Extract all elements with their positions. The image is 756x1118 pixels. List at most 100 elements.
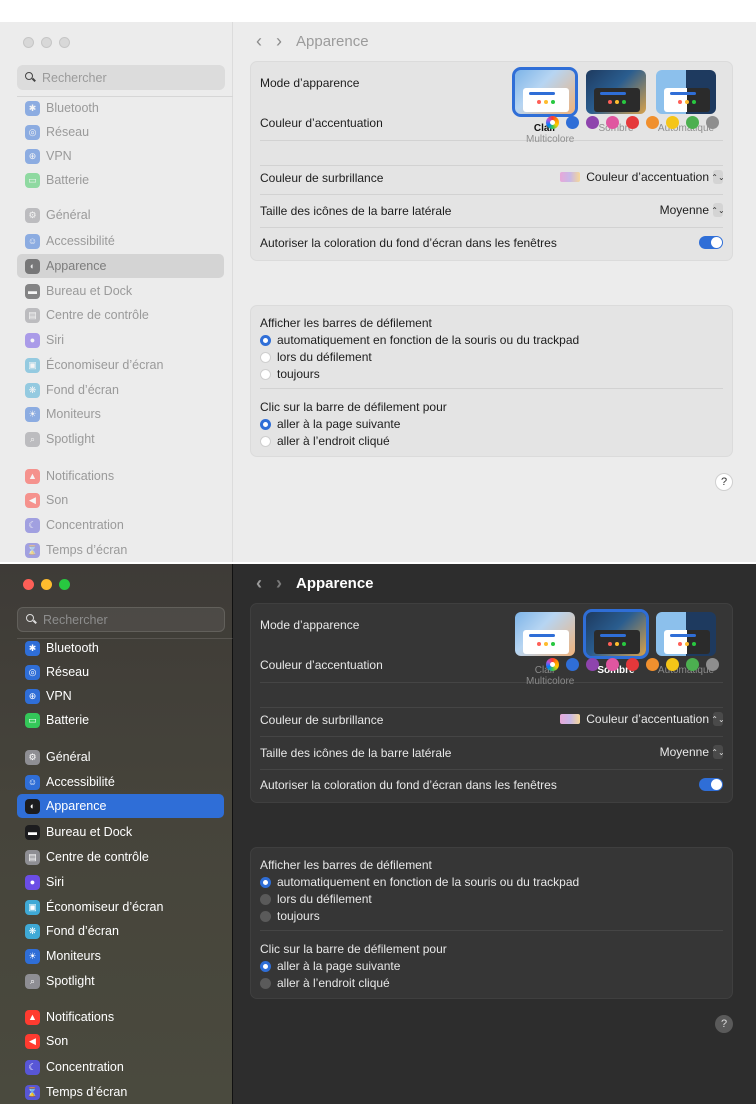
sidebar-item-siri[interactable]: ● Siri [17, 328, 224, 352]
sidebar-item-notifications[interactable]: ▲ Notifications [17, 464, 224, 488]
radio-button[interactable] [260, 351, 271, 363]
forward-button[interactable]: › [276, 574, 282, 592]
sidebar-item-vpn[interactable]: ⊕ VPN [17, 684, 224, 708]
accent-color-swatch[interactable] [566, 116, 579, 129]
radio-button[interactable] [260, 334, 271, 346]
accent-color-swatch[interactable] [586, 116, 599, 129]
scrollbar-option[interactable]: toujours [260, 909, 320, 923]
accent-color-swatch[interactable] [626, 116, 639, 129]
sidebar-icon-size-popup[interactable]: Moyenne ⌃⌄ [660, 745, 725, 759]
scrollbar-option[interactable]: automatiquement en fonction de la souris… [260, 875, 579, 889]
sidebar-item-accessibilité[interactable]: ☺ Accessibilité [17, 770, 224, 794]
accent-color-swatch[interactable] [666, 658, 679, 671]
radio-button[interactable] [260, 418, 271, 430]
radio-button[interactable] [260, 960, 271, 972]
sidebar-item-vpn[interactable]: ⊕ VPN [17, 144, 224, 168]
sidebar-icon-size-popup[interactable]: Moyenne ⌃⌄ [660, 203, 725, 217]
scrollbar-click-option[interactable]: aller à la page suivante [260, 959, 400, 973]
radio-button[interactable] [260, 977, 271, 989]
wallpaper-tinting-toggle[interactable] [699, 236, 723, 249]
accent-color-swatch[interactable] [626, 658, 639, 671]
sidebar-item-réseau[interactable]: ◎ Réseau [17, 120, 224, 144]
radio-button[interactable] [260, 910, 271, 922]
sidebar-item-apparence[interactable]: ◐ Apparence [17, 254, 224, 278]
sidebar-item-son[interactable]: ◀ Son [17, 488, 224, 512]
back-button[interactable]: ‹ [256, 32, 262, 50]
help-button[interactable]: ? [715, 473, 733, 491]
accent-color-swatch[interactable] [706, 116, 719, 129]
wallpaper-tinting-toggle[interactable] [699, 778, 723, 791]
accent-color-swatch[interactable] [646, 116, 659, 129]
accent-color-swatch[interactable] [686, 116, 699, 129]
sidebar-item-économiseur-d-écran[interactable]: ▣ Économiseur d’écran [17, 353, 224, 377]
traffic-light-minimize[interactable] [41, 579, 52, 590]
scrollbar-click-option[interactable]: aller à l’endroit cliqué [260, 434, 390, 448]
sidebar-item-général[interactable]: ⚙ Général [17, 745, 224, 769]
highlight-color-popup[interactable]: Couleur d’accentuation ⌃⌄ [560, 712, 725, 726]
sidebar-item-moniteurs[interactable]: ☀ Moniteurs [17, 402, 224, 426]
appearance-option-sombre[interactable] [583, 609, 649, 659]
radio-button[interactable] [260, 876, 271, 888]
traffic-light-zoom[interactable] [59, 579, 70, 590]
sidebar-item-spotlight[interactable]: ⌕ Spotlight [17, 427, 224, 451]
sidebar-item-apparence[interactable]: ◐ Apparence [17, 794, 224, 818]
back-button[interactable]: ‹ [256, 574, 262, 592]
sidebar-item-centre-de-contrôle[interactable]: ▤ Centre de contrôle [17, 845, 224, 869]
sidebar-item-fond-d-écran[interactable]: ❋ Fond d’écran [17, 919, 224, 943]
sidebar-item-siri[interactable]: ● Siri [17, 870, 224, 894]
highlight-color-popup[interactable]: Couleur d’accentuation ⌃⌄ [560, 170, 725, 184]
traffic-light-close[interactable] [23, 579, 34, 590]
traffic-light-close[interactable] [23, 37, 34, 48]
search-input[interactable]: Rechercher [17, 607, 225, 632]
sidebar-item-notifications[interactable]: ▲ Notifications [17, 1005, 224, 1029]
scrollbar-option[interactable]: toujours [260, 367, 320, 381]
sidebar-item-temps-d-écran[interactable]: ⌛ Temps d’écran [17, 1080, 224, 1104]
accent-color-multicolor[interactable] [546, 658, 559, 671]
accent-color-swatch[interactable] [566, 658, 579, 671]
sidebar-item-moniteurs[interactable]: ☀ Moniteurs [17, 944, 224, 968]
sidebar-item-accessibilité[interactable]: ☺ Accessibilité [17, 229, 224, 253]
sidebar-item-bureau-et-dock[interactable]: ▬ Bureau et Dock [17, 820, 224, 844]
traffic-light-zoom[interactable] [59, 37, 70, 48]
sidebar-item-temps-d-écran[interactable]: ⌛ Temps d’écran [17, 538, 224, 562]
appearance-option-automatique[interactable] [656, 612, 716, 656]
accent-color-swatch[interactable] [606, 658, 619, 671]
scrollbar-option[interactable]: lors du défilement [260, 892, 372, 906]
sidebar-item-économiseur-d-écran[interactable]: ▣ Économiseur d’écran [17, 895, 224, 919]
sidebar-item-concentration[interactable]: ☾ Concentration [17, 1055, 224, 1079]
sidebar-item-bluetooth[interactable]: ✱ Bluetooth [17, 636, 224, 660]
search-input[interactable]: Rechercher [17, 65, 225, 90]
sidebar-item-spotlight[interactable]: ⌕ Spotlight [17, 969, 224, 993]
scrollbar-click-option[interactable]: aller à l’endroit cliqué [260, 976, 390, 990]
sidebar-item-réseau[interactable]: ◎ Réseau [17, 660, 224, 684]
sidebar-item-son[interactable]: ◀ Son [17, 1029, 224, 1053]
sidebar-item-général[interactable]: ⚙ Général [17, 203, 224, 227]
sidebar-item-centre-de-contrôle[interactable]: ▤ Centre de contrôle [17, 303, 224, 327]
radio-button[interactable] [260, 368, 271, 380]
scrollbar-option[interactable]: lors du défilement [260, 350, 372, 364]
accent-color-swatch[interactable] [586, 658, 599, 671]
traffic-light-minimize[interactable] [41, 37, 52, 48]
scrollbar-option[interactable]: automatiquement en fonction de la souris… [260, 333, 579, 347]
accent-color-swatch[interactable] [666, 116, 679, 129]
sidebar-item-bureau-et-dock[interactable]: ▬ Bureau et Dock [17, 279, 224, 303]
accent-color-swatch[interactable] [686, 658, 699, 671]
appearance-option-clair[interactable] [512, 67, 578, 117]
radio-button[interactable] [260, 893, 271, 905]
sidebar-item-fond-d-écran[interactable]: ❋ Fond d’écran [17, 378, 224, 402]
appearance-option-sombre[interactable] [586, 70, 646, 114]
scrollbar-click-option[interactable]: aller à la page suivante [260, 417, 400, 431]
appearance-option-automatique[interactable] [656, 70, 716, 114]
accent-color-swatch[interactable] [706, 658, 719, 671]
accent-color-swatch[interactable] [646, 658, 659, 671]
help-button[interactable]: ? [715, 1015, 733, 1033]
forward-button[interactable]: › [276, 32, 282, 50]
sidebar-item-concentration[interactable]: ☾ Concentration [17, 513, 224, 537]
accent-color-multicolor[interactable] [546, 116, 559, 129]
radio-button[interactable] [260, 435, 271, 447]
sidebar-item-bluetooth[interactable]: ✱ Bluetooth [17, 96, 224, 120]
accent-color-swatch[interactable] [606, 116, 619, 129]
appearance-option-clair[interactable] [515, 612, 575, 656]
sidebar-item-batterie[interactable]: ▭ Batterie [17, 708, 224, 732]
sidebar-item-batterie[interactable]: ▭ Batterie [17, 168, 224, 192]
